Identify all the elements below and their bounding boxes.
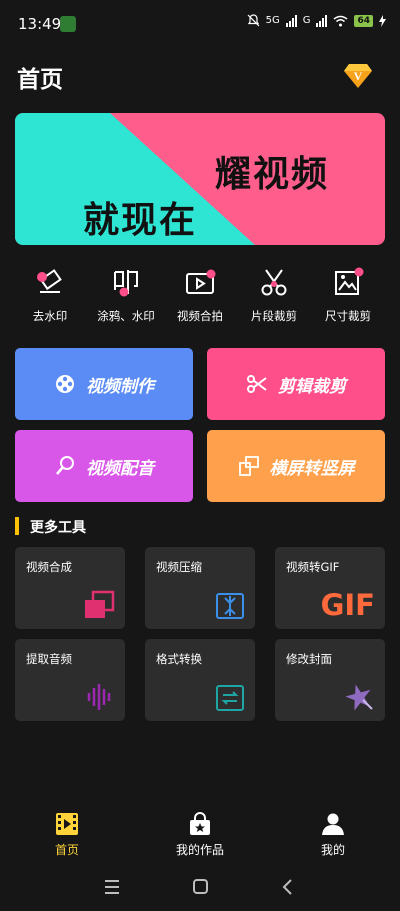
app-notification-icon (60, 16, 76, 32)
network-type-1: 5G (265, 15, 280, 26)
tab-profile[interactable]: 我的 (288, 812, 378, 860)
quick-action-label: 片段裁剪 (251, 309, 297, 323)
film-icon (56, 813, 78, 835)
vip-diamond-icon[interactable]: V (343, 60, 373, 90)
banner-text-line1: 耀视频 (215, 154, 330, 195)
eraser-icon (37, 269, 62, 293)
charging-icon (379, 14, 386, 27)
quick-action-size-crop[interactable]: 尺寸裁剪 (308, 266, 388, 326)
merge-icon (85, 590, 115, 618)
scissors-icon (247, 375, 267, 393)
stamp-icon (114, 270, 138, 297)
card-label: 视频配音 (86, 458, 154, 479)
svg-text:V: V (354, 69, 363, 83)
video-camera-icon (186, 269, 216, 294)
film-reel-icon (56, 375, 74, 393)
tool-label: 视频转GIF (286, 560, 340, 574)
edit-cut-card[interactable]: 剪辑裁剪 (207, 348, 385, 420)
status-bar: 13:49 5G G 64 (0, 0, 400, 46)
quick-action-doodle-watermark[interactable]: 涂鸦、水印 (86, 266, 166, 326)
compress-icon (216, 593, 244, 619)
quick-action-clip-trim[interactable]: 片段裁剪 (234, 266, 314, 326)
tool-video-to-gif[interactable]: 视频转GIF GIF (275, 547, 385, 629)
video-dubbing-card[interactable]: 视频配音 (15, 430, 193, 502)
tool-extract-audio[interactable]: 提取音频 (15, 639, 125, 721)
section-accent-bar (15, 517, 19, 535)
tool-video-merge[interactable]: 视频合成 (15, 547, 125, 629)
card-label: 视频制作 (86, 376, 154, 397)
image-crop-icon (335, 267, 364, 295)
menu-icon[interactable] (97, 876, 127, 898)
video-make-card[interactable]: 视频制作 (15, 348, 193, 420)
more-tools-title: 更多工具 (30, 520, 86, 536)
page-title: 首页 (17, 67, 63, 93)
quick-action-label: 视频合拍 (177, 309, 223, 323)
card-label: 横屏转竖屏 (269, 458, 355, 479)
microphone-icon (56, 456, 74, 475)
tool-label: 视频合成 (26, 560, 72, 574)
quick-action-label: 涂鸦、水印 (97, 309, 155, 323)
landscape-to-portrait-card[interactable]: 横屏转竖屏 (207, 430, 385, 502)
tool-label: 修改封面 (286, 652, 332, 666)
quick-action-video-duet[interactable]: 视频合拍 (160, 266, 240, 326)
user-icon (322, 813, 344, 835)
battery-icon: 64 (354, 14, 373, 27)
tab-label: 首页 (54, 843, 79, 857)
quick-action-remove-watermark[interactable]: 去水印 (10, 266, 90, 326)
star-cover-icon (345, 684, 373, 711)
scissors-icon (261, 269, 287, 296)
tab-label: 我的作品 (175, 843, 224, 857)
quick-action-label: 去水印 (32, 309, 68, 323)
waveform-icon (87, 684, 111, 710)
tool-label: 格式转换 (156, 652, 202, 666)
tool-label: 提取音频 (26, 652, 72, 666)
banner-text-line2: 就现在 (83, 200, 198, 241)
convert-icon (216, 685, 244, 711)
banner-background (15, 113, 385, 245)
tool-video-compress[interactable]: 视频压缩 (145, 547, 255, 629)
promo-banner[interactable]: 耀视频 就现在 (15, 113, 385, 245)
status-icons: 5G G 64 (247, 14, 386, 27)
gif-icon: GIF (320, 588, 375, 622)
tool-label: 视频压缩 (156, 560, 202, 574)
mute-bell-icon (247, 14, 260, 27)
quick-action-label: 尺寸裁剪 (325, 309, 371, 323)
tab-home[interactable]: 首页 (22, 812, 112, 860)
network-type-2: G (302, 15, 311, 26)
tool-edit-cover[interactable]: 修改封面 (275, 639, 385, 721)
signal-icon-1 (285, 14, 297, 27)
system-nav-bar (0, 868, 400, 911)
back-icon[interactable] (273, 876, 303, 898)
wifi-icon (334, 15, 348, 26)
tab-my-works[interactable]: 我的作品 (155, 812, 245, 860)
rotate-screen-icon (238, 456, 259, 476)
status-time: 13:49 (18, 15, 62, 33)
card-label: 剪辑裁剪 (278, 376, 346, 397)
tool-format-convert[interactable]: 格式转换 (145, 639, 255, 721)
tab-label: 我的 (320, 843, 345, 857)
home-icon[interactable] (185, 876, 215, 898)
signal-icon-2 (316, 14, 328, 27)
bag-star-icon (190, 812, 210, 835)
